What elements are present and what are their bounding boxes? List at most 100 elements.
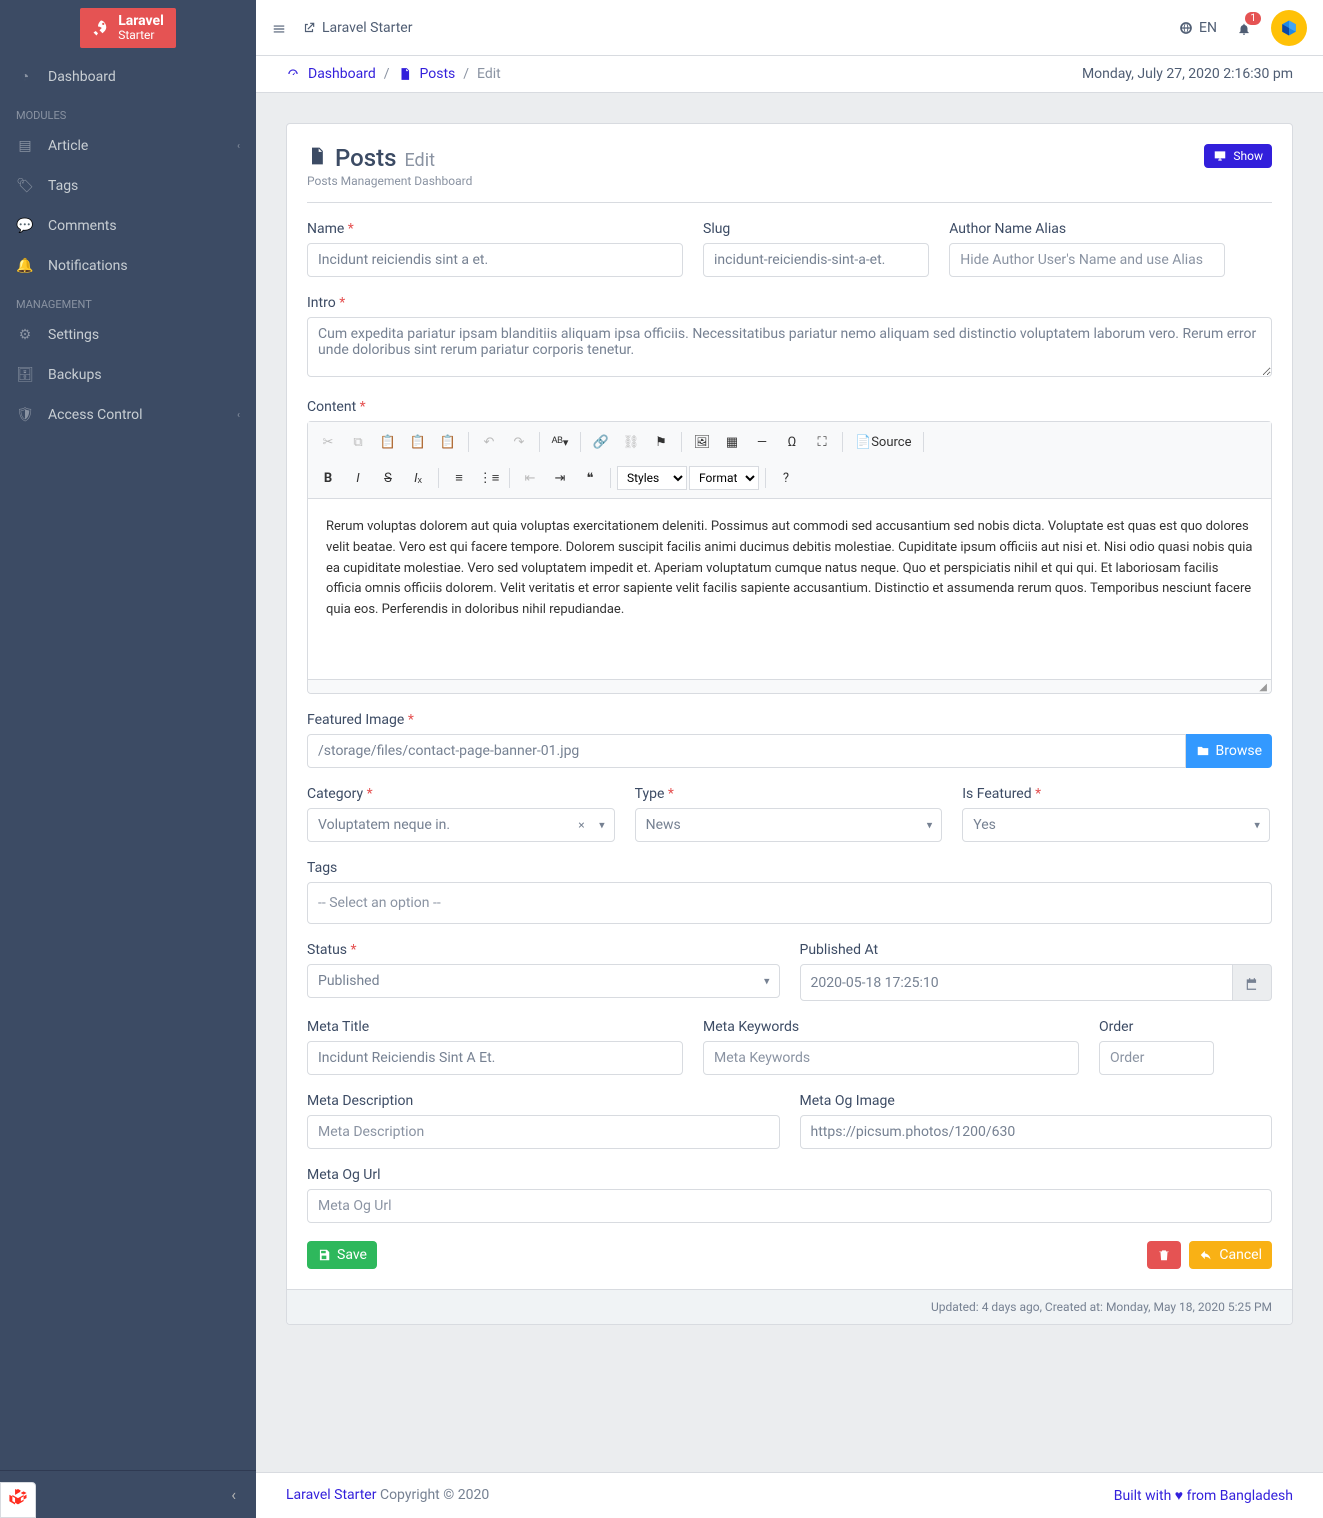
type-select[interactable]: News: [635, 808, 943, 842]
file-icon: [307, 146, 327, 166]
language-switcher[interactable]: EN: [1179, 20, 1217, 36]
spellcheck-icon[interactable]: ᴬᴮ▾: [546, 428, 574, 456]
category-select[interactable]: Voluptatem neque in. ×: [307, 808, 615, 842]
image-icon[interactable]: 🖼: [688, 428, 716, 456]
sidebar: LaravelStarter ◔Dashboard MODULES ▤Artic…: [0, 0, 256, 1518]
app-link[interactable]: Laravel Starter: [302, 20, 412, 36]
calendar-button[interactable]: [1233, 964, 1272, 1001]
maximize-icon[interactable]: ⛶: [808, 428, 836, 456]
breadcrumb-dashboard[interactable]: Dashboard: [308, 66, 376, 82]
page-title: Posts Edit: [307, 144, 472, 172]
label-type: Type *: [635, 786, 943, 802]
save-button[interactable]: Save: [307, 1241, 377, 1269]
italic-icon[interactable]: I: [344, 464, 372, 492]
nav-dashboard[interactable]: ◔Dashboard: [0, 56, 256, 97]
hr-icon[interactable]: ―: [748, 428, 776, 456]
copy-icon[interactable]: ⧉: [344, 428, 372, 456]
browse-button[interactable]: Browse: [1186, 734, 1272, 768]
desktop-icon: [1213, 149, 1227, 163]
name-input[interactable]: [307, 243, 683, 277]
folder-icon: [1196, 744, 1210, 758]
avatar[interactable]: [1271, 10, 1307, 46]
table-icon[interactable]: ▦: [718, 428, 746, 456]
unlink-icon[interactable]: ⛓: [617, 428, 645, 456]
label-author-alias: Author Name Alias: [949, 221, 1225, 237]
source-button[interactable]: 📄 Source: [849, 428, 917, 456]
speedometer-icon: ◔: [16, 68, 34, 85]
delete-button[interactable]: [1147, 1241, 1181, 1269]
paste-word-icon[interactable]: 📋: [434, 428, 462, 456]
subheader: Dashboard / Posts / Edit Monday, July 27…: [256, 56, 1323, 93]
featured-image-input[interactable]: [307, 734, 1186, 768]
nav-notifications[interactable]: 🔔Notifications: [0, 246, 256, 286]
editor-resize-handle[interactable]: [308, 679, 1271, 693]
section-management: MANAGEMENT: [0, 286, 256, 315]
reply-icon: [1199, 1248, 1213, 1262]
nav-backups[interactable]: 🗄Backups: [0, 355, 256, 395]
breadcrumb-posts[interactable]: Posts: [420, 66, 456, 82]
notifications-button[interactable]: 1: [1237, 18, 1251, 37]
blockquote-icon[interactable]: ❝: [576, 464, 604, 492]
published-at-input[interactable]: [800, 964, 1234, 1001]
content-body[interactable]: Rerum voluptas dolorem aut quia voluptas…: [308, 499, 1271, 679]
redo-icon[interactable]: ↷: [505, 428, 533, 456]
format-select[interactable]: Format: [689, 466, 759, 490]
meta-title-input[interactable]: [307, 1041, 683, 1075]
help-icon[interactable]: ?: [772, 464, 800, 492]
paste-icon[interactable]: 📋: [374, 428, 402, 456]
ordered-list-icon[interactable]: ≡: [445, 464, 473, 492]
indent-icon[interactable]: ⇥: [546, 464, 574, 492]
label-status: Status *: [307, 942, 780, 958]
meta-og-url-input[interactable]: [307, 1189, 1272, 1223]
external-link-icon: [302, 21, 316, 35]
status-select[interactable]: Published: [307, 964, 780, 998]
paste-text-icon[interactable]: 📋: [404, 428, 432, 456]
undo-icon[interactable]: ↶: [475, 428, 503, 456]
anchor-icon[interactable]: ⚑: [647, 428, 675, 456]
gear-icon: ⚙: [16, 327, 34, 343]
nav-tags[interactable]: 🏷Tags: [0, 166, 256, 206]
meta-og-image-input[interactable]: [800, 1115, 1273, 1149]
link-icon[interactable]: 🔗: [587, 428, 615, 456]
hamburger-icon: [272, 22, 286, 36]
clear-icon[interactable]: ×: [578, 818, 584, 832]
slug-input[interactable]: [703, 243, 929, 277]
unordered-list-icon[interactable]: ⋮≡: [475, 464, 503, 492]
strike-icon[interactable]: S: [374, 464, 402, 492]
footer-brand-link[interactable]: Laravel Starter: [286, 1487, 376, 1503]
cancel-button[interactable]: Cancel: [1189, 1241, 1272, 1269]
footer-credit-link[interactable]: Built with ♥ from Bangladesh: [1114, 1488, 1293, 1504]
styles-select[interactable]: Styles: [617, 466, 687, 490]
datetime: Monday, July 27, 2020 2:16:30 pm: [1082, 66, 1293, 82]
remove-format-icon[interactable]: Iₓ: [404, 464, 432, 492]
bold-icon[interactable]: B: [314, 464, 342, 492]
editor-toolbar: ✂ ⧉ 📋 📋 📋 ↶ ↷ ᴬᴮ▾: [308, 422, 1271, 499]
label-featured-image: Featured Image *: [307, 712, 1272, 728]
show-button[interactable]: Show: [1204, 144, 1272, 168]
archive-icon: 🗄: [16, 367, 34, 383]
menu-toggle[interactable]: [272, 18, 286, 37]
brand[interactable]: LaravelStarter: [0, 0, 256, 56]
author-alias-input[interactable]: [949, 243, 1225, 277]
label-intro: Intro *: [307, 295, 1272, 311]
intro-textarea[interactable]: Cum expedita pariatur ipsam blanditiis a…: [307, 317, 1272, 377]
label-category: Category *: [307, 786, 615, 802]
tags-input[interactable]: -- Select an option --: [307, 882, 1272, 924]
section-modules: MODULES: [0, 97, 256, 126]
label-is-featured: Is Featured *: [962, 786, 1270, 802]
special-char-icon[interactable]: Ω: [778, 428, 806, 456]
globe-icon: [1179, 21, 1193, 35]
cut-icon[interactable]: ✂: [314, 428, 342, 456]
meta-description-input[interactable]: [307, 1115, 780, 1149]
is-featured-select[interactable]: Yes: [962, 808, 1270, 842]
nav-comments[interactable]: 💬Comments: [0, 206, 256, 246]
sidebar-collapse-button[interactable]: ‹: [0, 1470, 256, 1518]
nav-settings[interactable]: ⚙Settings: [0, 315, 256, 355]
nav-access-control[interactable]: 🛡Access Control‹: [0, 395, 256, 435]
order-input[interactable]: [1099, 1041, 1214, 1075]
meta-keywords-input[interactable]: [703, 1041, 1079, 1075]
file-icon: ▤: [16, 138, 34, 154]
nav-article[interactable]: ▤Article‹: [0, 126, 256, 166]
laravel-badge[interactable]: [0, 1482, 36, 1518]
outdent-icon[interactable]: ⇤: [516, 464, 544, 492]
